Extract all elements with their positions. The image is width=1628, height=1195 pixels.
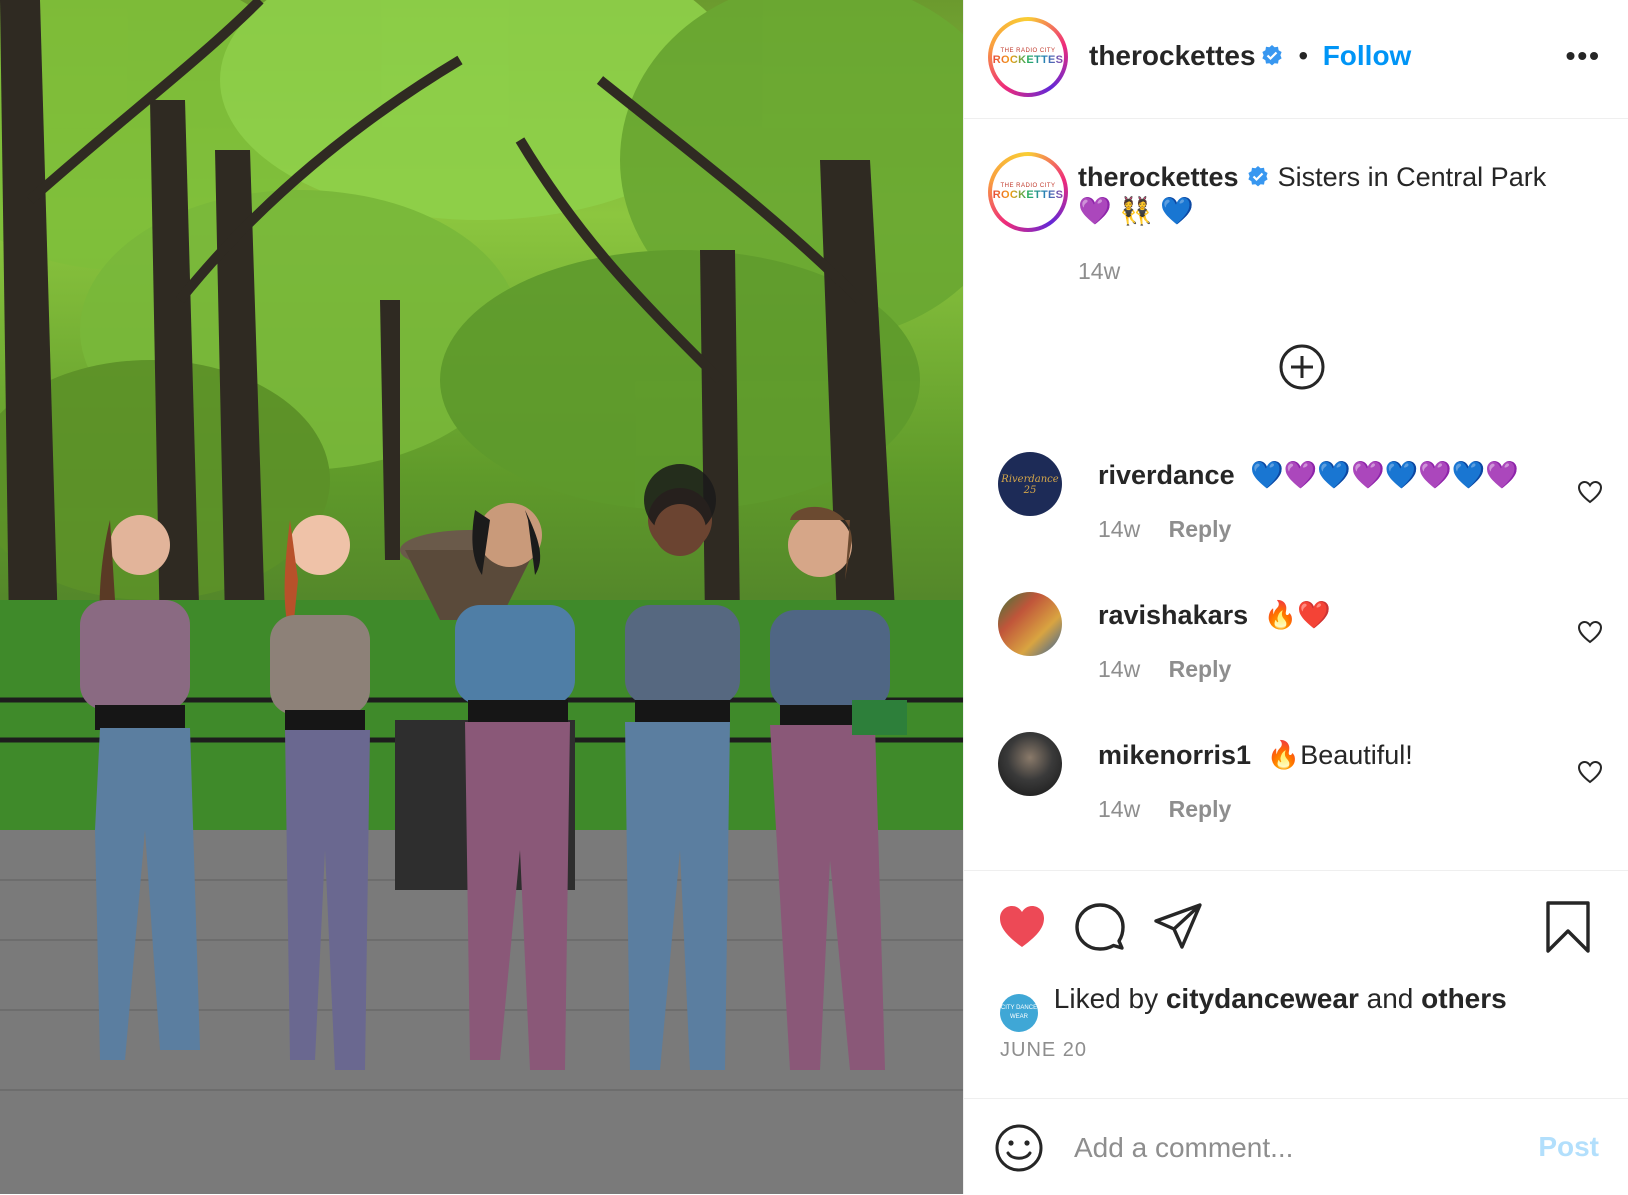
likes-middle: and <box>1366 983 1414 1014</box>
post-photo[interactable] <box>0 0 963 1194</box>
more-icon[interactable]: ••• <box>1566 40 1601 72</box>
comment-item: ravishakars 🔥❤️ 14w Reply <box>964 580 1628 700</box>
comment-text: 💙💜💙💜💙💜💙💜 <box>1250 460 1520 490</box>
likes-others[interactable]: others <box>1421 983 1507 1014</box>
comment-body: ravishakars 🔥❤️ <box>1098 598 1331 632</box>
verified-icon <box>1262 45 1282 66</box>
likes-summary: CITY DANCE WEAR Liked by citydancewear a… <box>1000 983 1507 1032</box>
comment-like-heart-icon[interactable] <box>1577 620 1603 644</box>
emoji-icon[interactable] <box>994 1123 1044 1173</box>
liker-avatar[interactable]: CITY DANCE WEAR <box>1000 994 1038 1032</box>
comment-body: riverdance 💙💜💙💜💙💜💙💜 <box>1098 458 1519 492</box>
bookmark-icon[interactable] <box>1542 901 1594 953</box>
reply-button[interactable]: Reply <box>1169 656 1232 682</box>
follow-button[interactable]: Follow <box>1323 40 1412 71</box>
caption-author-avatar[interactable]: THE RADIO CITY ROCKETTES <box>988 152 1068 232</box>
caption-text: Sisters in Central Park <box>1277 162 1547 192</box>
liker-username[interactable]: citydancewear <box>1166 983 1359 1014</box>
reply-button[interactable]: Reply <box>1169 516 1232 542</box>
verified-icon <box>1248 166 1268 187</box>
author-avatar[interactable]: THE RADIO CITY ROCKETTES <box>988 17 1068 97</box>
post-actions: CITY DANCE WEAR Liked by citydancewear a… <box>964 870 1628 1101</box>
post-sidebar: THE RADIO CITY ROCKETTES therockettes • … <box>963 0 1628 1194</box>
comment-time: 14w <box>1098 516 1141 542</box>
comment-time: 14w <box>1098 796 1141 822</box>
comment-meta: 14w Reply <box>1098 796 1231 823</box>
reply-button[interactable]: Reply <box>1169 796 1232 822</box>
likes-prefix: Liked by <box>1053 983 1159 1014</box>
add-comment-bar: Post <box>964 1098 1628 1195</box>
comment-text: 🔥Beautiful! <box>1266 740 1413 770</box>
post-comment-button[interactable]: Post <box>1538 1131 1599 1163</box>
plus-circle-icon[interactable] <box>1278 343 1326 391</box>
post-header: THE RADIO CITY ROCKETTES therockettes • … <box>964 0 1628 119</box>
avatar-logo-big: ROCKETTES <box>992 189 1064 201</box>
comment-item: Riverdance 25 riverdance 💙💜💙💜💙💜💙💜 14w Re… <box>964 440 1628 560</box>
author-username[interactable]: therockettes <box>1089 40 1256 71</box>
caption-username[interactable]: therockettes <box>1078 162 1239 192</box>
comment-username[interactable]: ravishakars <box>1098 600 1248 630</box>
commenter-avatar[interactable] <box>998 592 1062 656</box>
separator-dot: • <box>1298 40 1309 71</box>
comment-time: 14w <box>1098 656 1141 682</box>
comment-like-heart-icon[interactable] <box>1577 480 1603 504</box>
commenter-avatar[interactable] <box>998 732 1062 796</box>
commenter-avatar[interactable]: Riverdance 25 <box>998 452 1062 516</box>
comment-username[interactable]: riverdance <box>1098 460 1235 490</box>
comment-icon[interactable] <box>1074 901 1126 953</box>
photo-scene <box>0 0 963 1194</box>
comment-username[interactable]: mikenorris1 <box>1098 740 1251 770</box>
comment-item: mikenorris1 🔥Beautiful! 14w Reply <box>964 720 1628 840</box>
comment-like-heart-icon[interactable] <box>1577 760 1603 784</box>
caption-time: 14w <box>1078 258 1121 284</box>
comment-text: 🔥❤️ <box>1263 600 1331 630</box>
heart-icon[interactable] <box>996 901 1048 953</box>
post-date: JUNE 20 <box>1000 1039 1088 1061</box>
avatar-logo-big: ROCKETTES <box>992 54 1064 66</box>
comment-input[interactable] <box>1072 1125 1496 1171</box>
comment-meta: 14w Reply <box>1098 516 1231 543</box>
caption-emoji: 💜 👯 💙 <box>1078 196 1194 226</box>
post-caption: therockettes Sisters in Central Park 💜 👯… <box>1078 160 1598 288</box>
riverdance-logo-text: Riverdance 25 <box>1001 474 1059 496</box>
share-icon[interactable] <box>1152 901 1204 953</box>
comment-meta: 14w Reply <box>1098 656 1231 683</box>
comment-body: mikenorris1 🔥Beautiful! <box>1098 738 1413 772</box>
